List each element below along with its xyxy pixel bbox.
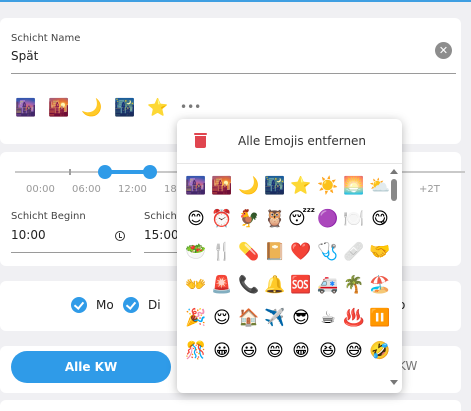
shift-end-label: Schich	[144, 211, 177, 222]
shift-end-input[interactable]: 15:00	[144, 228, 179, 242]
selected-emoji-4[interactable]: 🌃	[114, 98, 135, 118]
emoji-option[interactable]: 😃	[236, 338, 262, 364]
shift-name-label: Schicht Name	[11, 33, 81, 44]
scroll-thumb[interactable]	[391, 179, 397, 201]
emoji-option[interactable]: ☕	[315, 305, 341, 331]
time-slider-start-thumb[interactable]	[98, 165, 112, 179]
emoji-option[interactable]: 🌙	[236, 173, 262, 199]
emoji-option[interactable]: 😌	[209, 305, 235, 331]
emoji-option[interactable]: ☀️	[315, 173, 341, 199]
emoji-option[interactable]: 🌅	[341, 173, 367, 199]
time-slider-end-thumb[interactable]	[143, 165, 157, 179]
slider-label: 00:00	[26, 184, 55, 195]
emoji-option[interactable]: 🔔	[262, 272, 288, 298]
emoji-option[interactable]: 🆘	[288, 272, 314, 298]
shift-start-underline	[11, 252, 131, 253]
emoji-option[interactable]: 🎊	[183, 338, 209, 364]
slider-label: 18	[164, 184, 177, 195]
emoji-option[interactable]: 🌇	[209, 173, 235, 199]
emoji-option[interactable]: 😴	[288, 206, 315, 232]
emoji-option[interactable]: 😁	[288, 338, 314, 364]
emoji-option[interactable]: 😄	[262, 338, 288, 364]
emoji-option[interactable]: 🌆	[183, 173, 209, 199]
slider-label: +2T	[419, 184, 440, 195]
emoji-option[interactable]: 😅	[341, 338, 367, 364]
scroll-up-icon[interactable]	[390, 169, 398, 174]
shift-name-input[interactable]: Spät	[11, 49, 38, 63]
emoji-option[interactable]: 🦉	[262, 206, 288, 232]
popup-divider	[177, 163, 402, 164]
clock-icon[interactable]	[115, 231, 125, 241]
selected-emoji-1[interactable]: 🌆	[15, 98, 36, 118]
emoji-option[interactable]: ♨️	[341, 305, 367, 331]
emoji-option[interactable]: ❤️	[288, 239, 314, 265]
emoji-option[interactable]: 😆	[315, 338, 341, 364]
emoji-option[interactable]: 😎	[288, 305, 314, 331]
weekday-label-mo: Mo	[96, 298, 114, 312]
weekday-label-di: Di	[148, 298, 161, 312]
emoji-option[interactable]: 🎉	[183, 305, 209, 331]
bottom-card	[0, 400, 461, 411]
weekday-checkbox-mo[interactable]	[71, 297, 87, 313]
trash-icon	[194, 133, 207, 148]
popup-scrollbar[interactable]	[390, 169, 398, 389]
shift-name-underline	[11, 73, 456, 74]
emoji-option[interactable]: 🌃	[262, 173, 288, 199]
slider-label: 12:00	[118, 184, 147, 195]
scroll-down-icon[interactable]	[390, 380, 398, 385]
weekday-checkbox-di[interactable]	[123, 297, 139, 313]
all-weeks-button[interactable]: Alle KW	[11, 351, 171, 383]
shift-start-input[interactable]: 10:00	[11, 228, 46, 242]
emoji-option[interactable]: 😊	[183, 206, 209, 232]
emoji-option[interactable]: 🟣	[315, 206, 341, 232]
top-accent-line	[0, 0, 471, 2]
emoji-option[interactable]: 🚑	[315, 272, 341, 298]
emoji-option[interactable]: 🍽️	[341, 206, 367, 232]
emoji-option[interactable]: 🩹	[341, 239, 367, 265]
emoji-option[interactable]: 🚨	[209, 272, 235, 298]
remove-all-emojis-button[interactable]: Alle Emojis entfernen	[177, 119, 402, 163]
emoji-option[interactable]: 🏠	[236, 305, 262, 331]
selected-emoji-2[interactable]: 🌇	[48, 98, 69, 118]
selected-emoji-5[interactable]: ⭐	[147, 98, 168, 118]
slider-label: 06:00	[72, 184, 101, 195]
emoji-option[interactable]: 📔	[262, 239, 288, 265]
emoji-option[interactable]: ⭐	[288, 173, 314, 199]
emoji-option[interactable]: 😀	[209, 338, 235, 364]
slider-tick	[69, 169, 71, 175]
emoji-picker-popup: Alle Emojis entfernen 🌆 🌇 🌙 🌃 ⭐ ☀️ 🌅 ⛅ 😊 ⏰ 🐓 🦉 😴 🟣 🍽️ 😋…	[177, 119, 402, 393]
emoji-option[interactable]: ✈️	[262, 305, 288, 331]
selected-emoji-3[interactable]: 🌙	[81, 98, 102, 118]
emoji-option[interactable]: 🥗	[183, 239, 209, 265]
emoji-option[interactable]: 🌴	[341, 272, 367, 298]
remove-all-emojis-label: Alle Emojis entfernen	[238, 134, 367, 148]
emoji-option[interactable]: 👐	[183, 272, 209, 298]
emoji-option[interactable]: 📞	[236, 272, 262, 298]
emoji-option[interactable]: 🍴	[209, 239, 235, 265]
emoji-option[interactable]: 🐓	[236, 206, 262, 232]
emoji-option[interactable]: 💊	[236, 239, 262, 265]
emoji-option[interactable]: 🩺	[315, 239, 341, 265]
more-emojis-button[interactable]: •••	[180, 100, 201, 114]
shift-start-label: Schicht Beginn	[11, 211, 86, 222]
emoji-option[interactable]: ⏰	[209, 206, 235, 232]
clear-icon[interactable]: ✕	[435, 42, 452, 59]
